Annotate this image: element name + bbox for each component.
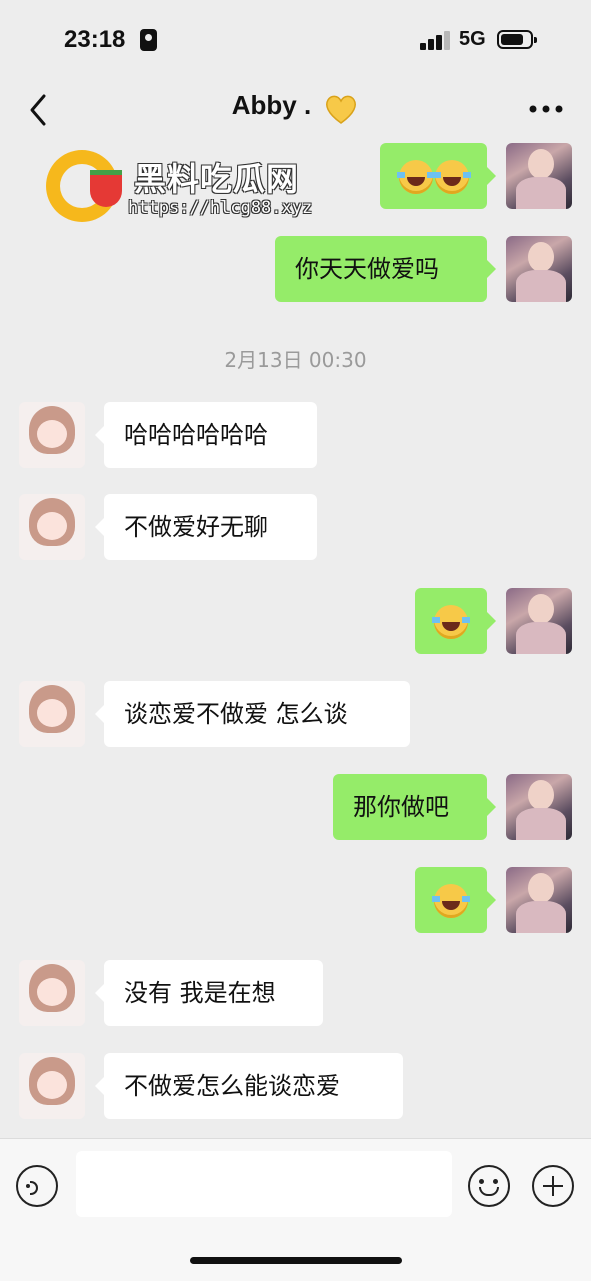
my-emoji-bubble[interactable] bbox=[415, 588, 496, 654]
focus-badge-icon bbox=[140, 29, 157, 51]
date-separator: 2月13日 00:30 bbox=[224, 348, 367, 372]
status-bar: 23:18 5G bbox=[0, 0, 591, 80]
their-message-bubble[interactable]: 谈恋爱不做爱 怎么谈 bbox=[95, 681, 410, 747]
more-options-icon[interactable] bbox=[528, 102, 564, 116]
contact-avatar[interactable] bbox=[19, 494, 85, 560]
battery-icon bbox=[497, 30, 537, 49]
their-message-bubble[interactable]: 没有 我是在想 bbox=[95, 960, 323, 1026]
watermark-logo-icon bbox=[46, 150, 122, 222]
plus-icon[interactable] bbox=[532, 1165, 574, 1207]
contact-avatar[interactable] bbox=[19, 681, 85, 747]
contact-avatar[interactable] bbox=[19, 960, 85, 1026]
my-message-bubble[interactable]: 你天天做爱吗 bbox=[275, 236, 496, 302]
emoji-smile-icon[interactable] bbox=[468, 1165, 510, 1207]
my-avatar[interactable] bbox=[506, 774, 572, 840]
their-message-bubble[interactable]: 不做爱怎么能谈恋爱 bbox=[95, 1053, 403, 1119]
contact-avatar[interactable] bbox=[19, 1053, 85, 1119]
my-emoji-bubble[interactable] bbox=[415, 867, 496, 933]
chat-title: Abby . bbox=[231, 90, 312, 120]
their-message-bubble[interactable]: 不做爱好无聊 bbox=[95, 494, 317, 560]
cellular-signal-icon bbox=[420, 30, 452, 50]
rolling-laughing-icon bbox=[432, 884, 470, 918]
chat-header: Abby . bbox=[0, 80, 591, 142]
my-avatar[interactable] bbox=[506, 867, 572, 933]
network-type: 5G bbox=[459, 28, 486, 50]
their-message-bubble[interactable]: 哈哈哈哈哈哈 bbox=[95, 402, 317, 468]
my-message-bubble[interactable]: 那你做吧 bbox=[333, 774, 496, 840]
watermark: 黑料吃瓜网 https://hlcg88.xyz bbox=[46, 150, 336, 224]
yellow-heart-icon bbox=[326, 95, 356, 124]
rolling-laughing-icon bbox=[433, 160, 471, 194]
rolling-laughing-icon bbox=[397, 160, 435, 194]
voice-icon[interactable] bbox=[16, 1165, 58, 1207]
my-avatar[interactable] bbox=[506, 143, 572, 209]
contact-avatar[interactable] bbox=[19, 402, 85, 468]
home-indicator bbox=[190, 1257, 402, 1264]
my-avatar[interactable] bbox=[506, 236, 572, 302]
status-time: 23:18 bbox=[64, 26, 126, 53]
message-input[interactable] bbox=[76, 1151, 452, 1217]
rolling-laughing-icon bbox=[432, 605, 470, 639]
watermark-url: https://hlcg88.xyz bbox=[128, 198, 313, 218]
watermark-name: 黑料吃瓜网 bbox=[134, 160, 300, 198]
my-avatar[interactable] bbox=[506, 588, 572, 654]
my-emoji-bubble[interactable] bbox=[380, 143, 496, 209]
